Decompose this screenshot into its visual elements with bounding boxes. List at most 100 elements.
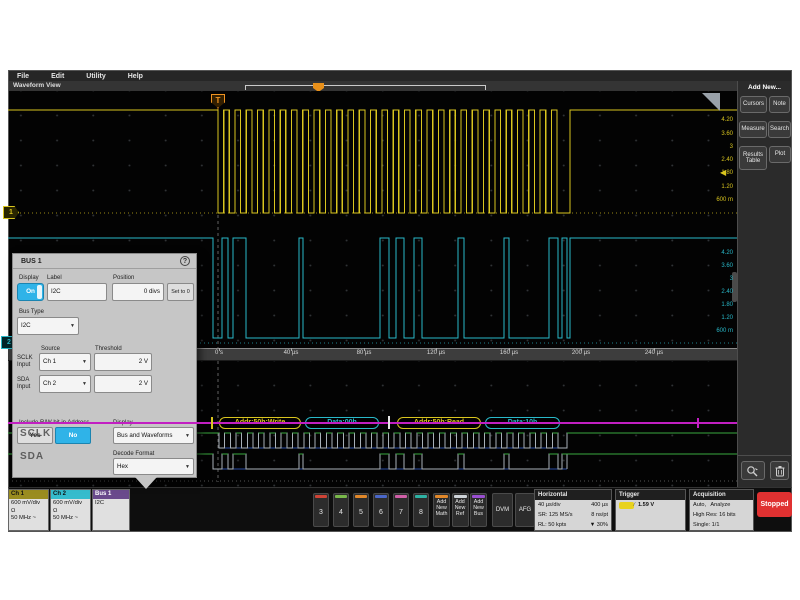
horizontal-panel[interactable]: Horizontal 40 µs/div400 µsSR: 125 MS/s8 …: [534, 489, 612, 531]
channel-color-stripe: [415, 495, 427, 498]
bus-type-value: I2C: [21, 322, 31, 329]
dvm-button[interactable]: DVM: [492, 493, 513, 527]
ch1-scale: 600 mV/div: [11, 500, 46, 508]
sda-source-select[interactable]: Ch 2▼: [39, 375, 91, 393]
ch1-scale-label: 2.40: [721, 157, 733, 163]
trigger-panel[interactable]: Trigger ∕ 1.59 V: [615, 489, 686, 531]
bus1-config-dialog: BUS 1 ? Display Label Position On I2C 0 …: [12, 253, 197, 478]
channel-button-7[interactable]: 7: [393, 493, 409, 527]
source-col-label: Source: [41, 346, 60, 352]
menu-bar: File Edit Utility Help: [8, 70, 792, 81]
ch2-scale-label: 1.20: [721, 315, 733, 321]
channel-button-5[interactable]: 5: [353, 493, 369, 527]
acquisition-row: High Res: 16 bits: [690, 510, 753, 520]
display2-select[interactable]: Bus and Waveforms▼: [113, 427, 194, 444]
horizontal-value: RL: 50 kpts: [538, 520, 566, 530]
display-on-toggle[interactable]: On: [17, 283, 44, 301]
horizontal-row: 40 µs/div400 µs: [535, 500, 611, 510]
ch1-bandwidth: 50 MHz ~: [11, 515, 46, 523]
delete-button[interactable]: [770, 461, 789, 480]
menu-help[interactable]: Help: [128, 73, 143, 80]
bus-type-select[interactable]: I2C▼: [17, 317, 79, 335]
horizontal-row: RL: 50 kpts▼ 30%: [535, 520, 611, 530]
horizontal-value: 400 µs: [591, 500, 608, 510]
ch2-scale-label: 1.80: [721, 302, 733, 308]
add-new-bus-button[interactable]: AddNewBus: [470, 493, 487, 527]
tab-waveform-view[interactable]: Waveform View: [13, 82, 61, 89]
threshold-col-label: Threshold: [95, 346, 122, 352]
ch1-scale-label: 3.60: [721, 131, 733, 137]
horizontal-value: SR: 125 MS/s: [538, 510, 573, 520]
chevron-down-icon: ▼: [82, 354, 87, 370]
menu-utility[interactable]: Utility: [86, 73, 105, 80]
channel-button-4[interactable]: 4: [333, 493, 349, 527]
sidebar-button-note[interactable]: Note: [769, 96, 790, 113]
dialog-title: BUS 1: [13, 254, 196, 269]
ch1-badge[interactable]: Ch 1 600 mV/divΩ50 MHz ~: [8, 489, 49, 531]
sidebar-button-results-table[interactable]: Results Table: [739, 146, 767, 170]
position-input[interactable]: 0 divs: [112, 283, 164, 301]
magnifier-hand-icon: [746, 465, 760, 477]
bus-decode-line: [8, 422, 737, 424]
trash-icon: [775, 465, 785, 477]
channel-button-6[interactable]: 6: [373, 493, 389, 527]
menu-file[interactable]: File: [17, 73, 29, 80]
add-new-math-button[interactable]: AddNewMath: [433, 493, 450, 527]
sclk-source-select[interactable]: Ch 1 ▼: [39, 353, 91, 371]
bus-start-tick: [211, 417, 213, 429]
sda-input-label: SDA Input: [17, 377, 39, 391]
time-axis-tick: [509, 348, 510, 351]
sclk-threshold-input[interactable]: 2 V: [94, 353, 152, 371]
ch2-impedance: Ω: [53, 508, 88, 516]
trigger-source-icon: [619, 502, 631, 509]
decode-format-select[interactable]: Hex▼: [113, 458, 194, 475]
acquisition-panel[interactable]: Acquisition Auto, AnalyzeHigh Res: 16 bi…: [689, 489, 754, 531]
bus1-badge[interactable]: Bus 1 I2C: [92, 489, 130, 531]
sidebar-button-plot[interactable]: Plot: [769, 146, 791, 163]
chevron-down-icon: ▼: [82, 376, 87, 392]
add-new-header: Add New...: [737, 84, 792, 91]
zoom-corner-handle-icon[interactable]: [702, 93, 720, 111]
ch1-scale-label: 4.20: [721, 117, 733, 123]
trigger-slope-icon: ∕: [634, 500, 635, 510]
pan-zoom-slider[interactable]: [245, 85, 486, 90]
sidebar-button-search[interactable]: Search: [768, 121, 791, 138]
channel-color-stripe: [315, 495, 327, 498]
add-new-ref-button[interactable]: AddNewRef: [452, 493, 469, 527]
sidebar-button-measure[interactable]: Measure: [739, 121, 767, 138]
channel-button-3[interactable]: 3: [313, 493, 329, 527]
help-icon[interactable]: ?: [180, 256, 190, 266]
channel-button-8[interactable]: 8: [413, 493, 429, 527]
time-axis-tick: [219, 348, 220, 351]
horizontal-row: SR: 125 MS/s8 ns/pt: [535, 510, 611, 520]
sclk-source-value: Ch 1: [43, 358, 56, 365]
ch2-scale-label: 3.60: [721, 263, 733, 269]
afg-button[interactable]: AFG: [515, 493, 535, 527]
zoom-mode-button[interactable]: [741, 461, 765, 480]
adder-color-stripe: [435, 495, 448, 498]
channel-color-stripe: [335, 495, 347, 498]
display2-value: Bus and Waveforms: [117, 432, 172, 439]
menu-edit[interactable]: Edit: [51, 73, 64, 80]
sclk-waveform-label: SCLK: [20, 428, 51, 439]
ch2-scale: 600 mV/div: [53, 500, 88, 508]
set-to-zero-button[interactable]: Set to 0: [167, 283, 194, 301]
label-input[interactable]: I2C: [47, 283, 107, 301]
acquisition-title: Acquisition: [690, 490, 753, 500]
sda-waveform-label: SDA: [20, 451, 44, 462]
ch2-scale-label: 4.20: [721, 250, 733, 256]
sda-threshold-input[interactable]: 2 V: [94, 375, 152, 393]
sidebar-button-cursors[interactable]: Cursors: [740, 96, 767, 113]
ch1-scale-label: 1.20: [721, 184, 733, 190]
ch2-badge[interactable]: Ch 2 600 mV/divΩ50 MHz ~: [50, 489, 91, 531]
oscilloscope-app: FileEditUtilityHelp Waveform View T ◀ 1 …: [0, 0, 800, 600]
bus-type-label: Bus Type: [19, 309, 44, 315]
ch1-scale-label: 1.80: [721, 170, 733, 176]
bus1-badge-title: Bus 1: [93, 490, 129, 499]
decode-format-value: Hex: [117, 463, 128, 470]
ch2-bandwidth: 50 MHz ~: [53, 515, 88, 523]
ch2-badge-title: Ch 2: [51, 490, 90, 499]
ch2-scale-label: 2.40: [721, 289, 733, 295]
rw-no-button[interactable]: No: [55, 427, 91, 444]
stopped-button[interactable]: Stopped: [757, 492, 792, 517]
